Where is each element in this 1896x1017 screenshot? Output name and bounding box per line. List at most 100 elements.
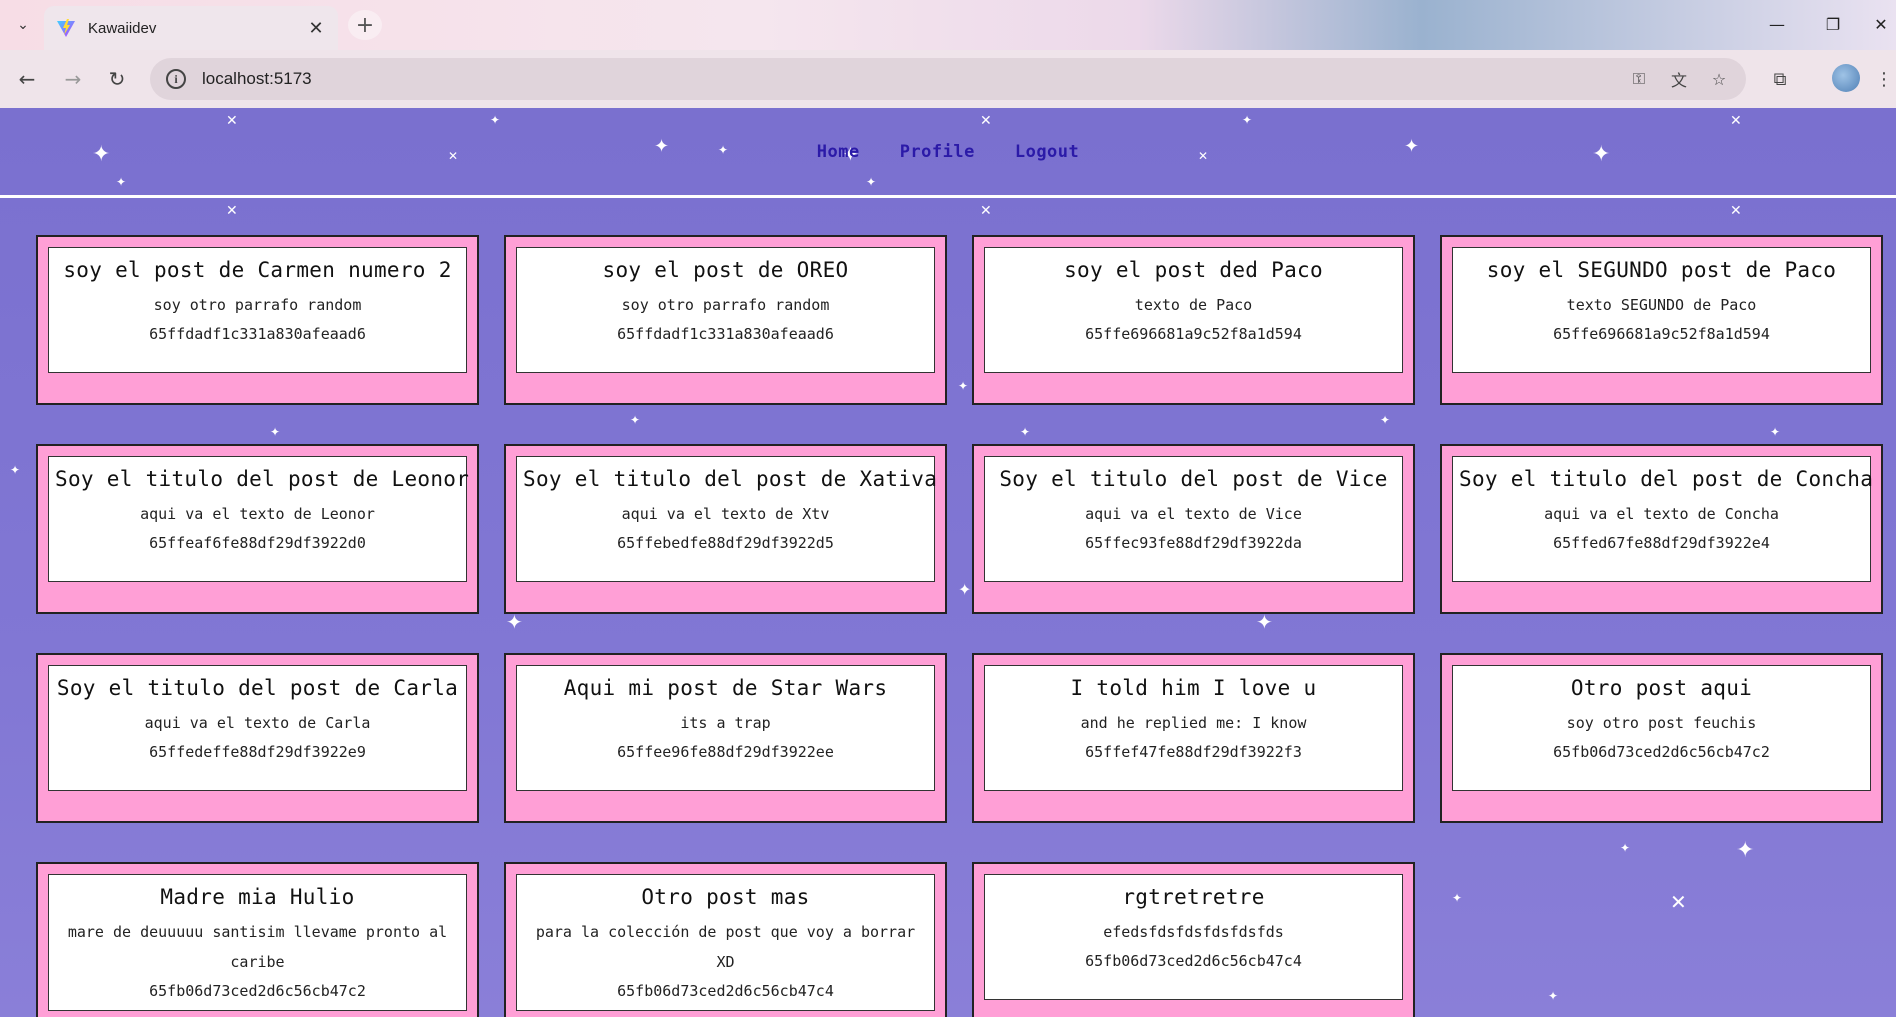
browser-toolbar: ← → ↻ i localhost:5173 ⚿ 文 ☆ ⧉ ⋮ (0, 50, 1896, 108)
post-card[interactable]: soy el SEGUNDO post de Paco texto SEGUND… (1440, 235, 1883, 405)
post-card[interactable]: Soy el titulo del post de Concha aqui va… (1440, 444, 1883, 614)
post-title: Soy el titulo del post de Xativa (523, 467, 938, 491)
post-id: 65ffedeffe88df29df3922e9 (149, 743, 366, 761)
minimize-icon[interactable]: — (1762, 12, 1792, 36)
post-id: 65ffe696681a9c52f8a1d594 (1553, 325, 1770, 343)
post-card-content: soy el post de OREO soy otro parrafo ran… (516, 247, 935, 373)
post-title: Otro post mas (641, 885, 810, 909)
post-card-content: soy el post ded Paco texto de Paco 65ffe… (984, 247, 1403, 373)
post-title: soy el post de OREO (602, 258, 849, 282)
post-card[interactable]: Otro post mas para la colección de post … (504, 862, 947, 1017)
post-card[interactable]: Soy el titulo del post de Xativa aqui va… (504, 444, 947, 614)
post-id: 65ffeaf6fe88df29df3922d0 (149, 534, 366, 552)
forward-icon[interactable]: → (58, 64, 88, 94)
url-text[interactable]: localhost:5173 (202, 69, 312, 89)
post-card[interactable]: Aqui mi post de Star Wars its a trap 65f… (504, 653, 947, 823)
post-text: texto de Paco (1134, 296, 1253, 314)
post-id: 65ffed67fe88df29df3922e4 (1553, 534, 1770, 552)
post-card-content: Soy el titulo del post de Carla aqui va … (48, 665, 467, 791)
post-text: texto SEGUNDO de Paco (1566, 296, 1757, 314)
post-text: aqui va el texto de Xtv (621, 505, 830, 523)
post-title: Soy el titulo del post de Concha (1459, 467, 1874, 491)
post-text: para la colección de post que voy a borr… (535, 923, 916, 971)
post-card-content: soy el post de Carmen numero 2 soy otro … (48, 247, 467, 373)
post-card[interactable]: Soy el titulo del post de Leonor aqui va… (36, 444, 479, 614)
post-title: Soy el titulo del post de Carla (56, 676, 459, 700)
password-key-icon[interactable]: ⚿ (1626, 66, 1652, 92)
star-decoration: ✦ (10, 463, 21, 477)
post-title: Madre mia Hulio (160, 885, 355, 909)
post-text: soy otro post feuchis (1566, 714, 1757, 732)
page-content: ✕ ✦ ✕ ✦ ✕ ✦ ✕ ✦ ✦ ✦ ✕ ✦ ✦ ✦ ✦ ✕ ✕ ✕ ✦ ✦ … (0, 108, 1896, 1017)
info-icon[interactable]: i (166, 69, 186, 89)
maximize-icon[interactable]: ❐ (1818, 12, 1848, 36)
post-title: I told him I love u (1070, 676, 1317, 700)
post-id: 65ffec93fe88df29df3922da (1085, 534, 1302, 552)
plus-icon[interactable]: + (348, 10, 382, 40)
post-id: 65ffe696681a9c52f8a1d594 (1085, 325, 1302, 343)
post-card-content: Aqui mi post de Star Wars its a trap 65f… (516, 665, 935, 791)
post-id: 65ffebedfe88df29df3922d5 (617, 534, 834, 552)
translate-icon[interactable]: 文 (1666, 66, 1692, 92)
post-card[interactable]: Otro post aqui soy otro post feuchis 65f… (1440, 653, 1883, 823)
nav-profile-link[interactable]: Profile (900, 142, 975, 162)
post-text: its a trap (680, 714, 771, 732)
post-card-content: Madre mia Hulio mare de deuuuuu santisim… (48, 874, 467, 1011)
post-card[interactable]: Madre mia Hulio mare de deuuuuu santisim… (36, 862, 479, 1017)
post-id: 65ffee96fe88df29df3922ee (617, 743, 834, 761)
post-card[interactable]: soy el post de OREO soy otro parrafo ran… (504, 235, 947, 405)
post-title: soy el post de Carmen numero 2 (63, 258, 452, 282)
reload-icon[interactable]: ↻ (102, 64, 132, 94)
menu-dots-icon[interactable]: ⋮ (1874, 65, 1894, 93)
post-card[interactable]: soy el post de Carmen numero 2 soy otro … (36, 235, 479, 405)
post-card-content: rgtretretre efedsfdsfdsfdsfdsfds 65fb06d… (984, 874, 1403, 1000)
post-card[interactable]: Soy el titulo del post de Carla aqui va … (36, 653, 479, 823)
post-title: rgtretretre (1122, 885, 1265, 909)
star-icon[interactable]: ☆ (1706, 66, 1732, 92)
post-card-content: Otro post aqui soy otro post feuchis 65f… (1452, 665, 1871, 791)
post-id: 65fb06d73ced2d6c56cb47c4 (617, 982, 834, 1000)
address-bar[interactable]: i localhost:5173 ⚿ 文 ☆ (150, 58, 1746, 100)
post-text: aqui va el texto de Vice (1085, 505, 1302, 523)
post-card[interactable]: Soy el titulo del post de Vice aqui va e… (972, 444, 1415, 614)
avatar[interactable] (1832, 64, 1860, 92)
post-card-content: I told him I love u and he replied me: I… (984, 665, 1403, 791)
nav-home-link[interactable]: Home (817, 142, 860, 162)
nav-logout-link[interactable]: Logout (1015, 142, 1079, 162)
close-icon[interactable]: ✕ (306, 18, 326, 39)
tab-title: Kawaiidev (88, 19, 157, 37)
chevron-down-icon[interactable]: ⌄ (10, 12, 36, 38)
post-card[interactable]: rgtretretre efedsfdsfdsfdsfdsfds 65fb06d… (972, 862, 1415, 1017)
star-decoration: ✕ (226, 203, 238, 219)
post-card[interactable]: I told him I love u and he replied me: I… (972, 653, 1415, 823)
post-id: 65ffef47fe88df29df3922f3 (1085, 743, 1302, 761)
post-text: aqui va el texto de Leonor (140, 505, 375, 523)
post-text: soy otro parrafo random (621, 296, 830, 314)
star-decoration: ✕ (1730, 203, 1742, 219)
post-card-content: Soy el titulo del post de Xativa aqui va… (516, 456, 938, 582)
post-title: Otro post aqui (1570, 676, 1753, 700)
post-title: Aqui mi post de Star Wars (563, 676, 888, 700)
browser-tab[interactable]: Kawaiidev ✕ (44, 6, 338, 50)
post-text: and he replied me: I know (1080, 714, 1307, 732)
star-decoration: ✕ (980, 203, 992, 219)
post-id: 65fb06d73ced2d6c56cb47c2 (1553, 743, 1770, 761)
post-id: 65ffdadf1c331a830afeaad6 (149, 325, 366, 343)
post-card-content: Soy el titulo del post de Concha aqui va… (1452, 456, 1874, 582)
post-card-content: Soy el titulo del post de Vice aqui va e… (984, 456, 1403, 582)
post-text: soy otro parrafo random (153, 296, 362, 314)
post-text: efedsfdsfdsfdsfdsfds (1103, 923, 1284, 941)
back-icon[interactable]: ← (12, 64, 42, 94)
post-title: Soy el titulo del post de Vice (999, 467, 1388, 491)
post-card[interactable]: soy el post ded Paco texto de Paco 65ffe… (972, 235, 1415, 405)
browser-tab-bar: ⌄ Kawaiidev ✕ + — ❐ ✕ (0, 0, 1896, 50)
post-grid: soy el post de Carmen numero 2 soy otro … (36, 235, 1884, 1017)
extensions-icon[interactable]: ⧉ (1766, 65, 1794, 93)
close-window-icon[interactable]: ✕ (1866, 12, 1896, 36)
post-text: mare de deuuuuu santisim llevame pronto … (67, 923, 448, 971)
post-title: soy el SEGUNDO post de Paco (1486, 258, 1837, 282)
post-id: 65fb06d73ced2d6c56cb47c4 (1085, 952, 1302, 970)
post-text: aqui va el texto de Concha (1544, 505, 1779, 523)
vite-favicon-icon (57, 19, 75, 37)
post-text: aqui va el texto de Carla (144, 714, 371, 732)
